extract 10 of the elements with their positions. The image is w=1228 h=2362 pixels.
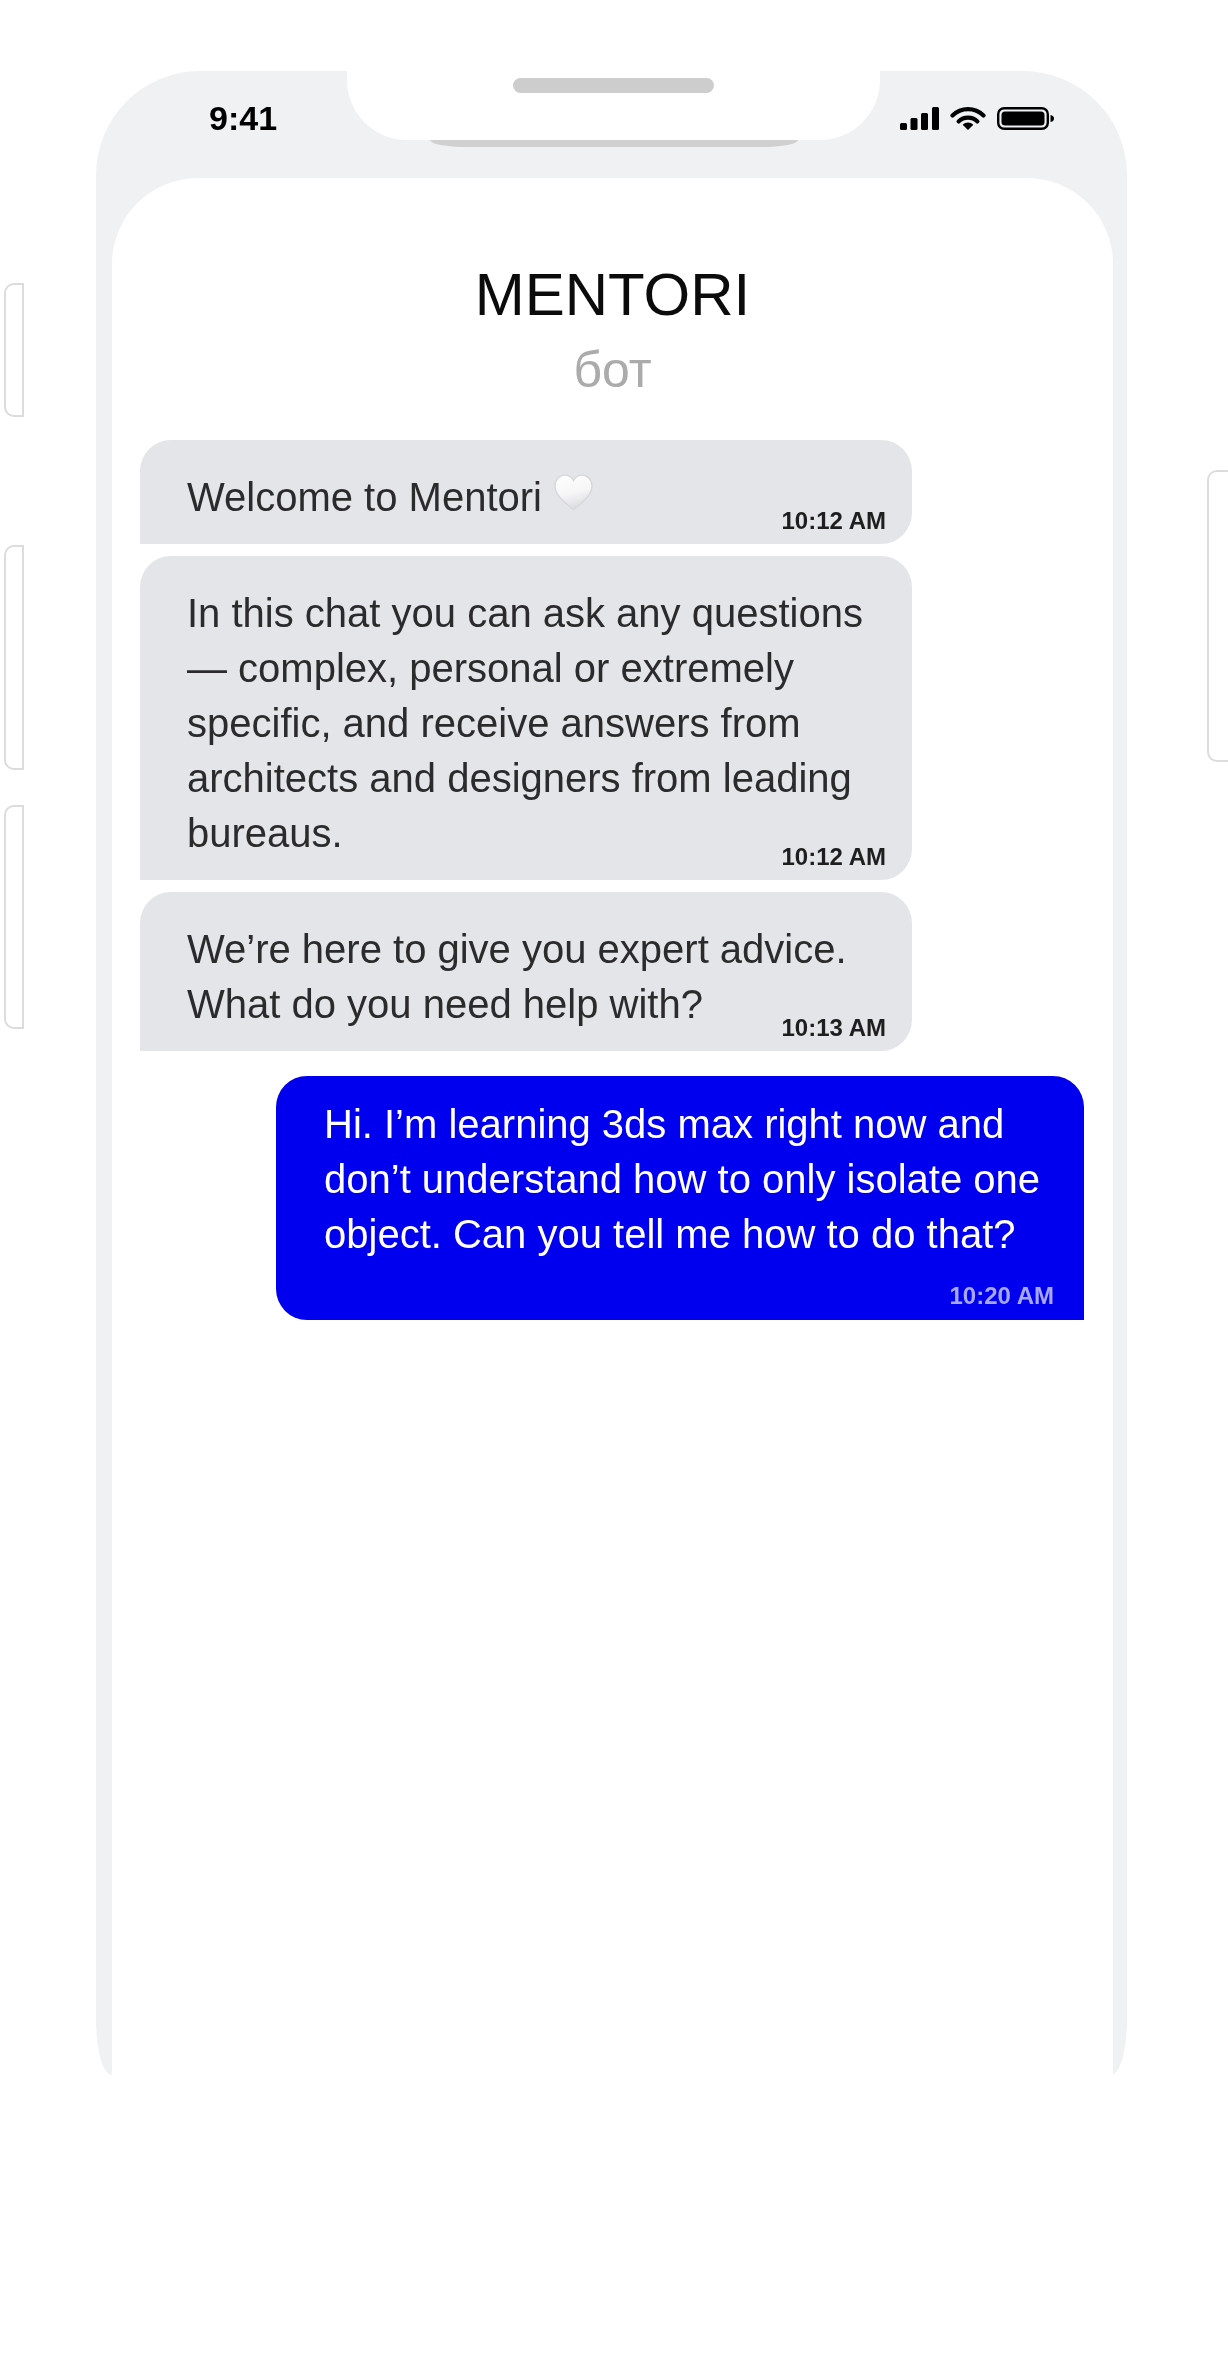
signal-icon [900, 107, 939, 130]
status-time: 9:41 [209, 98, 278, 138]
message-text: Welcome to Mentori [187, 475, 542, 519]
chat-subtitle: бот [573, 341, 652, 400]
message-time: 10:12 AM [781, 509, 886, 533]
message-text: Hi. I’m learning 3ds max right now and don’t understand how to only isolate one object. Can you tell me how to do that? [324, 1102, 1041, 1256]
wifi-icon [950, 107, 986, 130]
message-time: 10:20 AM [949, 1284, 1054, 1308]
battery-icon [997, 107, 1054, 130]
chat-title: MENTORI [474, 260, 751, 330]
